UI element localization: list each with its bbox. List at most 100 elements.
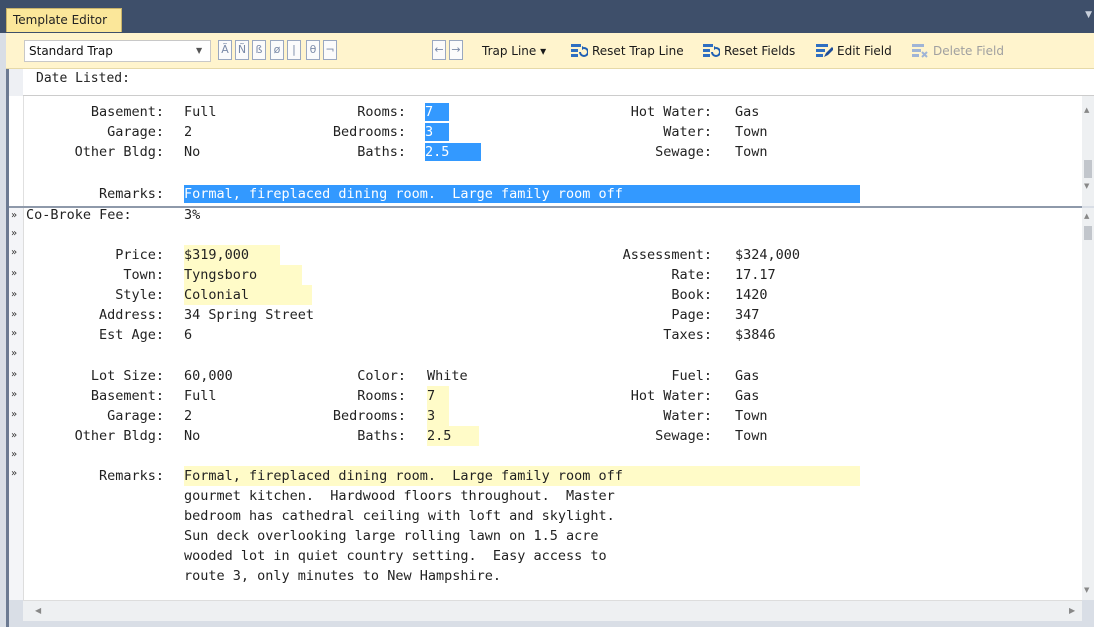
- trap-line-dropdown[interactable]: Trap Line ▾: [482, 41, 546, 61]
- field-marker-icon: »: [11, 449, 18, 460]
- date-listed-label: Date Listed:: [36, 71, 130, 86]
- trap-remarks-value[interactable]: Formal, fireplaced dining room. Large fa…: [184, 185, 860, 203]
- garage-value: 2: [184, 408, 193, 424]
- hot-water-value: Gas: [735, 388, 760, 404]
- trap-baths-label: Baths:: [357, 144, 406, 160]
- assessment-value: $324,000: [735, 247, 801, 263]
- scroll-left-icon[interactable]: ◀: [35, 606, 41, 615]
- reset-fields-icon: [702, 43, 721, 64]
- cobroke-label: Co-Broke Fee:: [26, 207, 132, 223]
- other-bldg-label: Other Bldg:: [74, 428, 164, 444]
- char-o-slash-button[interactable]: ø: [270, 40, 284, 60]
- scroll-down-icon[interactable]: ▼: [1084, 586, 1089, 594]
- trap-bedrooms-value[interactable]: 3: [425, 123, 449, 141]
- trap-sewage-label: Sewage:: [655, 144, 712, 160]
- page-label: Page:: [671, 307, 712, 323]
- trap-garage-label: Garage:: [107, 124, 164, 140]
- field-marker-icon: »: [11, 430, 18, 441]
- char-a-tilde-button[interactable]: Ã: [218, 40, 232, 60]
- reset-trap-line-label: Reset Trap Line: [592, 44, 684, 58]
- basement-value: Full: [184, 388, 217, 404]
- rooms-value[interactable]: 7: [427, 386, 449, 406]
- trap-hot-water-value: Gas: [735, 104, 760, 120]
- char-eszett-button[interactable]: ß: [252, 40, 266, 60]
- bedrooms-label: Bedrooms:: [332, 408, 406, 424]
- scroll-up-icon[interactable]: ▲: [1084, 212, 1089, 220]
- tab-template-editor[interactable]: Template Editor: [6, 8, 122, 32]
- char-not-button[interactable]: ¬: [323, 40, 337, 60]
- template-select[interactable]: Standard Trap: [24, 40, 211, 62]
- style-value[interactable]: Colonial: [184, 285, 312, 305]
- reset-trap-line-button[interactable]: Reset Trap Line: [570, 41, 684, 61]
- header-strip-gutter: [9, 69, 23, 96]
- header-strip: [9, 69, 1094, 96]
- baths-label: Baths:: [357, 428, 406, 444]
- fuel-label: Fuel:: [671, 368, 712, 384]
- trap-other-bldg-value: No: [184, 144, 201, 160]
- remarks-line: wooded lot in quiet country setting. Eas…: [184, 548, 607, 564]
- field-marker-icon: »: [11, 369, 18, 380]
- scroll-up-icon[interactable]: ▲: [1084, 106, 1089, 114]
- trap-water-label: Water:: [663, 124, 712, 140]
- trap-sewage-value: Town: [735, 144, 768, 160]
- trap-pane-scrollbar[interactable]: ▲ ▼: [1082, 96, 1094, 206]
- scroll-thumb[interactable]: [1084, 226, 1092, 240]
- reset-fields-button[interactable]: Reset Fields: [702, 41, 795, 61]
- address-value: 34 Spring Street: [184, 307, 315, 323]
- field-marker-icon: »: [11, 247, 18, 258]
- arrow-left-icon[interactable]: ←: [432, 40, 446, 60]
- scroll-thumb[interactable]: [1084, 160, 1092, 178]
- lot-size-value: 60,000: [184, 368, 233, 384]
- char-theta-button[interactable]: θ: [306, 40, 320, 60]
- window-menu-icon[interactable]: ▼: [1085, 10, 1092, 20]
- bedrooms-value[interactable]: 3: [427, 406, 449, 426]
- baths-value[interactable]: 2.5: [427, 426, 479, 446]
- reset-trap-line-icon: [570, 43, 589, 64]
- rooms-label: Rooms:: [357, 388, 406, 404]
- trap-baths-value[interactable]: 2.5: [425, 143, 481, 161]
- trap-remarks-label: Remarks:: [98, 186, 164, 202]
- scroll-down-icon[interactable]: ▼: [1084, 182, 1089, 190]
- listing-pane-scrollbar[interactable]: ▲ ▼: [1082, 208, 1094, 600]
- other-bldg-value: No: [184, 428, 201, 444]
- trap-rooms-label: Rooms:: [357, 104, 406, 120]
- garage-label: Garage:: [107, 408, 164, 424]
- field-marker-icon: »: [11, 468, 18, 479]
- field-marker-icon: »: [11, 409, 18, 420]
- char-n-tilde-button[interactable]: Ñ: [235, 40, 249, 60]
- edit-field-button[interactable]: Edit Field: [815, 41, 892, 61]
- title-bar: [0, 0, 1094, 33]
- basement-label: Basement:: [90, 388, 164, 404]
- delete-field-label: Delete Field: [933, 44, 1004, 58]
- color-label: Color:: [357, 368, 406, 384]
- remarks-line: Sun deck overlooking large rolling lawn …: [184, 528, 599, 544]
- taxes-label: Taxes:: [663, 327, 712, 343]
- edit-field-icon: [815, 43, 834, 64]
- char-pipe-button[interactable]: |: [287, 40, 301, 60]
- trap-rooms-value[interactable]: 7: [425, 103, 449, 121]
- est-age-label: Est Age:: [98, 327, 164, 343]
- delete-field-icon: [911, 43, 929, 64]
- arrow-right-icon[interactable]: →: [449, 40, 463, 60]
- remarks-line[interactable]: Formal, fireplaced dining room. Large fa…: [184, 466, 860, 486]
- price-value[interactable]: $319,000: [184, 245, 280, 265]
- field-marker-icon: »: [11, 328, 18, 339]
- fuel-value: Gas: [735, 368, 760, 384]
- town-value[interactable]: Tyngsboro: [184, 265, 302, 285]
- delete-field-button[interactable]: Delete Field: [911, 41, 1004, 61]
- field-marker-icon: »: [11, 289, 18, 300]
- trap-hot-water-label: Hot Water:: [630, 104, 712, 120]
- book-value: 1420: [735, 287, 768, 303]
- scroll-right-icon[interactable]: ▶: [1069, 606, 1075, 615]
- trap-water-value: Town: [735, 124, 768, 140]
- reset-fields-label: Reset Fields: [724, 44, 796, 58]
- remarks-line: route 3, only minutes to New Hampshire.: [184, 568, 501, 584]
- horizontal-scrollbar[interactable]: ◀ ▶: [23, 600, 1082, 621]
- trap-basement-label: Basement:: [90, 104, 164, 120]
- field-marker-icon: »: [11, 309, 18, 320]
- sewage-value: Town: [735, 428, 768, 444]
- remarks-line: bedroom has cathedral ceiling with loft …: [184, 508, 615, 524]
- chevron-down-icon[interactable]: ▼: [196, 40, 202, 62]
- remarks-label: Remarks:: [98, 468, 164, 484]
- field-marker-icon: »: [11, 210, 18, 221]
